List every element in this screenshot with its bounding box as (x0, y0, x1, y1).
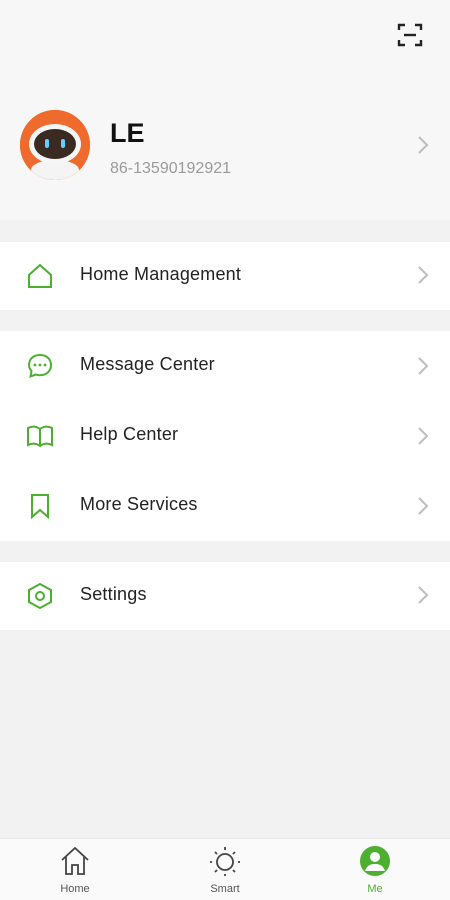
robot-avatar-icon (20, 110, 90, 180)
settings-hexagon-icon (28, 582, 52, 610)
message-center-label: Message Center (80, 354, 215, 374)
home-icon (61, 846, 89, 875)
more-services-item[interactable]: More Services (0, 471, 450, 541)
house-icon (28, 263, 52, 288)
person-icon (360, 846, 390, 876)
home-management-label: Home Management (80, 264, 242, 284)
avatar[interactable] (20, 110, 90, 180)
user-name: LE (110, 118, 145, 148)
chevron-right-icon (418, 427, 429, 445)
chat-bubble-icon (27, 353, 53, 379)
message-center-item[interactable]: Message Center (0, 331, 450, 401)
menu-group-home: Home Management (0, 242, 450, 310)
tab-home[interactable]: Home (35, 839, 115, 900)
profile-card[interactable]: LE 86-13590192921 (0, 100, 450, 195)
bookmark-icon (31, 494, 49, 520)
tab-home-label: Home (60, 883, 90, 895)
more-services-label: More Services (80, 494, 198, 514)
sun-icon (210, 847, 240, 876)
chevron-right-icon (418, 266, 429, 284)
tab-me-label: Me (367, 883, 383, 895)
menu-group-services: Message Center Help Center More Services (0, 331, 450, 541)
bottom-tab-bar: Home Smart Me (0, 838, 450, 900)
tab-smart-label: Smart (210, 883, 240, 895)
settings-item[interactable]: Settings (0, 562, 450, 632)
chevron-right-icon (418, 586, 429, 604)
user-phone: 86-13590192921 (110, 160, 232, 177)
profile-header: LE 86-13590192921 (0, 0, 450, 220)
menu-group-settings: Settings (0, 562, 450, 630)
chevron-right-icon (418, 497, 429, 515)
help-center-item[interactable]: Help Center (0, 401, 450, 471)
settings-label: Settings (80, 584, 147, 604)
tab-smart[interactable]: Smart (185, 839, 265, 900)
scan-button[interactable] (395, 20, 425, 50)
scan-icon (397, 23, 423, 47)
home-management-item[interactable]: Home Management (0, 242, 450, 312)
tab-me[interactable]: Me (335, 839, 415, 900)
open-book-icon (27, 425, 53, 448)
chevron-right-icon (418, 357, 429, 375)
help-center-label: Help Center (80, 424, 179, 444)
chevron-right-icon (418, 136, 429, 154)
